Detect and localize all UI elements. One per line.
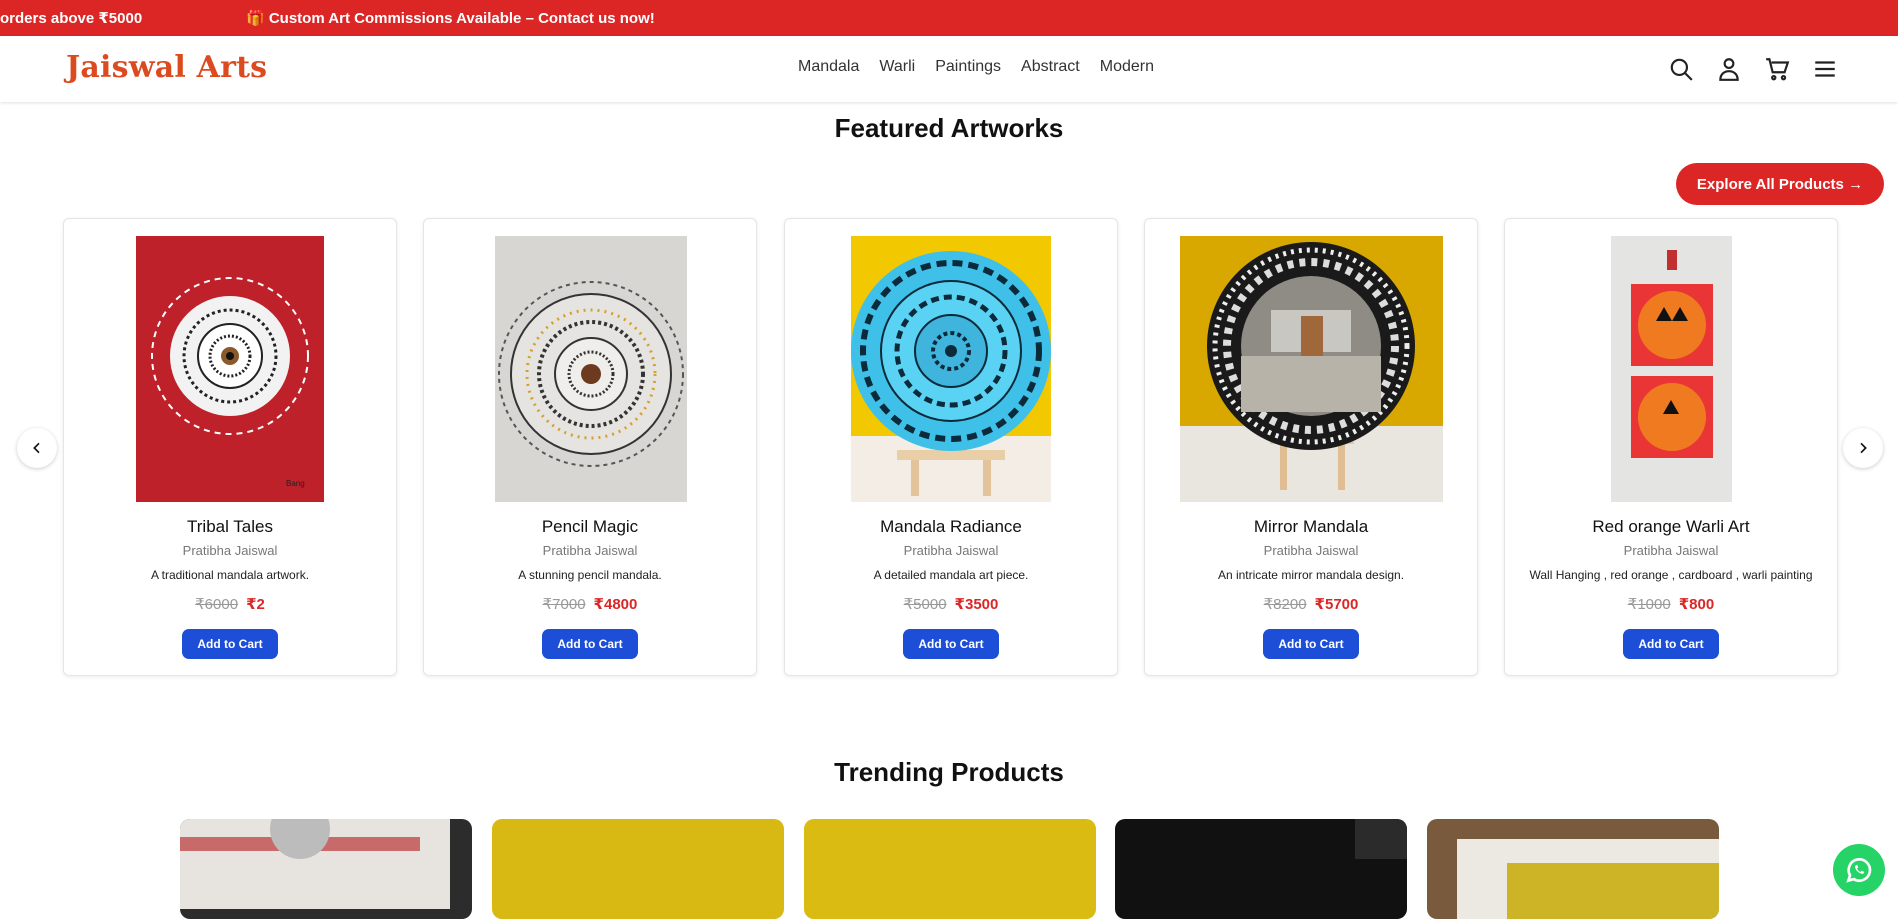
sale-price: ₹3500 [954,596,999,613]
nav-link-paintings[interactable]: Paintings [935,58,1001,76]
chevron-right-icon [1860,442,1867,454]
menu-icon[interactable] [1812,56,1838,82]
cart-icon[interactable] [1764,56,1790,82]
announcement-text-right: 🎁 Custom Art Commissions Available – Con… [246,10,655,27]
featured-title: Featured Artworks [834,113,1064,143]
search-icon[interactable] [1668,56,1694,82]
carousel-prev-button[interactable] [17,428,57,468]
svg-text:Bang: Bang [286,479,305,488]
whatsapp-icon [1846,858,1872,883]
product-image[interactable] [851,236,1051,502]
product-card[interactable]: Pencil Magic Pratibha Jaiswal A stunning… [423,218,757,676]
sale-price: ₹2 [246,596,265,613]
site-header: Jaiswal Arts Mandala Warli Paintings Abs… [0,36,1898,102]
product-artist: Pratibha Jaiswal [1263,543,1359,558]
add-to-cart-button[interactable]: Add to Cart [1263,629,1359,659]
whatsapp-button[interactable] [1833,844,1885,896]
product-name[interactable]: Tribal Tales [64,517,396,537]
trending-title: Trending Products [834,757,1064,787]
add-to-cart-button[interactable]: Add to Cart [1623,629,1719,659]
product-price: ₹5000 ₹3500 [785,595,1117,613]
product-description: An intricate mirror mandala design. [1217,568,1405,582]
product-card[interactable]: Mirror Mandala Pratibha Jaiswal An intri… [1144,218,1478,676]
product-card[interactable]: Bang Tribal Tales Pratibha Jaiswal A tra… [63,218,397,676]
announcement-text-left: orders above ₹5000 [0,10,143,27]
site-logo[interactable]: Jaiswal Arts [66,50,267,85]
product-price: ₹8200 ₹5700 [1145,595,1477,613]
trending-product-image[interactable] [492,819,784,919]
original-price: ₹5000 [903,596,947,613]
original-price: ₹1000 [1627,596,1671,613]
carousel-next-button[interactable] [1843,428,1883,468]
product-card[interactable]: Mandala Radiance Pratibha Jaiswal A deta… [784,218,1118,676]
product-artist: Pratibha Jaiswal [1623,543,1719,558]
product-artist: Pratibha Jaiswal [903,543,999,558]
product-image[interactable] [1180,236,1443,502]
product-name[interactable]: Mirror Mandala [1145,517,1477,537]
announcement-bar: orders above ₹5000 🎁 Custom Art Commissi… [0,0,1898,36]
add-to-cart-button[interactable]: Add to Cart [182,629,278,659]
product-image[interactable] [495,236,687,502]
nav-link-mandala[interactable]: Mandala [798,58,859,76]
product-price: ₹7000 ₹4800 [424,595,756,613]
product-card[interactable]: Red orange Warli Art Pratibha Jaiswal Wa… [1504,218,1838,676]
sale-price: ₹4800 [593,596,638,613]
original-price: ₹7000 [542,596,586,613]
add-to-cart-button[interactable]: Add to Cart [542,629,638,659]
product-artist: Pratibha Jaiswal [182,543,278,558]
main-nav: Mandala Warli Paintings Abstract Modern [798,58,1174,76]
product-name[interactable]: Mandala Radiance [785,517,1117,537]
trending-product-image[interactable] [180,819,472,919]
user-icon[interactable] [1716,56,1742,82]
product-description: A stunning pencil mandala. [518,568,662,582]
product-artist: Pratibha Jaiswal [542,543,638,558]
product-name[interactable]: Red orange Warli Art [1505,517,1837,537]
trending-product-image[interactable] [1427,819,1719,919]
product-image[interactable] [1611,236,1732,502]
sale-price: ₹5700 [1314,596,1359,613]
product-description: Wall Hanging , red orange , cardboard , … [1529,568,1813,582]
trending-product-image[interactable] [804,819,1096,919]
sale-price: ₹800 [1678,596,1715,613]
trending-product-image[interactable] [1115,819,1407,919]
nav-link-modern[interactable]: Modern [1100,58,1154,76]
product-image[interactable]: Bang [136,236,324,502]
nav-link-abstract[interactable]: Abstract [1021,58,1080,76]
product-name[interactable]: Pencil Magic [424,517,756,537]
chevron-left-icon [33,442,40,454]
product-price: ₹6000 ₹2 [64,595,396,613]
product-description: A traditional mandala artwork. [150,568,310,582]
nav-link-warli[interactable]: Warli [879,58,915,76]
add-to-cart-button[interactable]: Add to Cart [903,629,999,659]
product-description: A detailed mandala art piece. [873,568,1029,582]
original-price: ₹8200 [1263,596,1307,613]
product-price: ₹1000 ₹800 [1505,595,1837,613]
original-price: ₹6000 [195,596,239,613]
header-icons [1668,56,1838,82]
explore-all-products-button[interactable]: Explore All Products → [1676,163,1884,205]
